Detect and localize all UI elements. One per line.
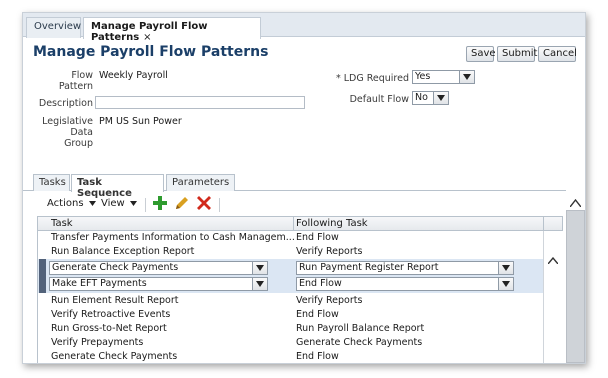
close-tab-icon[interactable]: × <box>143 32 151 43</box>
table-header: Task Following Task <box>38 217 562 231</box>
task-cell: Run Balance Exception Report <box>51 246 195 257</box>
submit-button[interactable]: Submit <box>497 46 537 62</box>
chevron-down-icon <box>498 278 513 290</box>
task-sequence-table: Task Following Task Transfer Payments In… <box>37 216 563 363</box>
table-row[interactable]: Run Gross-to-Net Report Run Payroll Bala… <box>38 322 562 336</box>
following-task-select-value: End Flow <box>299 278 342 289</box>
ldg-label-line1: Legislative <box>42 116 93 127</box>
ldg-label-line2: Data <box>70 127 93 138</box>
following-task-cell: End Flow <box>296 351 339 362</box>
ldg-required-label: * LDG Required <box>335 73 409 84</box>
default-flow-label: Default Flow <box>349 94 409 105</box>
task-cell: Run Gross-to-Net Report <box>51 323 167 334</box>
following-task-cell: Run Payroll Balance Report <box>296 323 425 334</box>
chevron-down-icon <box>129 201 137 206</box>
following-task-cell: Verify Reports <box>296 246 363 257</box>
tab-tasks[interactable]: Tasks <box>33 174 70 191</box>
task-cell: Verify Retroactive Events <box>51 309 171 320</box>
table-row[interactable]: Transfer Payments Information to Cash Ma… <box>38 231 562 245</box>
task-select-value: Generate Check Payments <box>52 262 179 273</box>
following-task-select[interactable]: End Flow <box>296 277 514 291</box>
following-task-select[interactable]: Run Payment Register Report <box>296 261 514 275</box>
chevron-down-icon <box>459 71 474 83</box>
table-row-selected[interactable]: Make EFT Payments End Flow <box>38 276 562 293</box>
chevron-down-icon <box>252 262 267 274</box>
task-cell: Generate Check Payments <box>51 351 178 362</box>
ldg-required-select[interactable]: Yes <box>412 70 475 84</box>
save-button[interactable]: Save <box>466 46 496 62</box>
column-header-following-task[interactable]: Following Task <box>296 218 368 229</box>
description-label: Description <box>38 98 93 109</box>
flow-pattern-value: Weekly Payroll <box>99 70 168 81</box>
following-task-cell: End Flow <box>296 232 339 243</box>
table-row-selected[interactable]: Generate Check Payments Run Payment Regi… <box>38 259 562 276</box>
row-selection-marker <box>39 276 46 293</box>
view-menu-label: View <box>101 198 125 209</box>
table-row[interactable]: Run Element Result Report Verify Reports <box>38 294 562 308</box>
legislative-data-group-label: Legislative Data Group <box>33 116 93 149</box>
toolbar-divider <box>145 198 146 212</box>
following-task-cell: Verify Reports <box>296 295 363 306</box>
page-title: Manage Payroll Flow Patterns <box>33 44 269 60</box>
default-flow-value: No <box>415 92 428 103</box>
following-task-select-value: Run Payment Register Report <box>299 262 439 273</box>
ldg-label-line3: Group <box>64 138 93 149</box>
section-tab-bar: Tasks Task Sequence Parameters <box>23 173 585 199</box>
task-select[interactable]: Generate Check Payments <box>49 261 268 275</box>
flow-pattern-label: Flow Pattern <box>53 70 93 92</box>
task-select-value: Make EFT Payments <box>52 278 147 289</box>
page-scrollbar-thumb[interactable] <box>566 210 585 363</box>
row-selection-marker <box>39 259 46 276</box>
table-toolbar: Actions View <box>37 195 557 215</box>
scroll-up-icon[interactable] <box>570 199 581 207</box>
add-icon[interactable] <box>153 196 167 213</box>
column-header-task[interactable]: Task <box>51 218 73 229</box>
column-divider <box>543 217 544 231</box>
ldg-required-value: Yes <box>415 71 431 82</box>
following-task-cell: Generate Check Payments <box>296 337 423 348</box>
tab-overview-label: Overview <box>34 21 82 32</box>
column-divider <box>293 217 294 231</box>
table-scrollbar[interactable] <box>543 231 563 363</box>
table-row[interactable]: Verify Retroactive Events End Flow <box>38 308 562 322</box>
task-select[interactable]: Make EFT Payments <box>49 277 268 291</box>
view-menu[interactable]: View <box>101 198 137 209</box>
chevron-down-icon <box>498 262 513 274</box>
following-task-cell: End Flow <box>296 309 339 320</box>
actions-menu-label: Actions <box>47 198 84 209</box>
task-cell: Verify Prepayments <box>51 337 144 348</box>
tab-task-sequence[interactable]: Task Sequence <box>71 174 164 199</box>
flow-pattern-label-line2: Pattern <box>58 81 93 92</box>
task-cell: Transfer Payments Information to Cash Ma… <box>51 232 295 243</box>
app-window: Overview Manage Payroll Flow Patterns × M… <box>22 12 586 364</box>
edit-pencil-icon[interactable] <box>175 196 189 213</box>
document-tab-bar: Overview Manage Payroll Flow Patterns × <box>23 13 585 43</box>
actions-menu[interactable]: Actions <box>47 198 96 209</box>
legislative-data-group-value: PM US Sun Power <box>99 116 182 127</box>
table-row[interactable]: Run Balance Exception Report Verify Repo… <box>38 245 562 259</box>
tab-parameters[interactable]: Parameters <box>166 174 235 191</box>
table-row[interactable]: Generate Check Payments End Flow <box>38 350 562 363</box>
delete-icon[interactable] <box>197 196 211 213</box>
tab-overview[interactable]: Overview <box>26 17 81 38</box>
description-field[interactable] <box>95 96 305 109</box>
table-row[interactable]: Verify Prepayments Generate Check Paymen… <box>38 336 562 350</box>
scroll-up-icon[interactable] <box>548 257 558 264</box>
chevron-down-icon <box>88 201 96 206</box>
chevron-down-icon <box>252 278 267 290</box>
cancel-button[interactable]: Cancel <box>538 46 577 62</box>
chevron-down-icon <box>433 92 448 104</box>
task-cell: Run Element Result Report <box>51 295 179 306</box>
flow-pattern-label-line1: Flow <box>71 70 93 81</box>
toolbar-divider <box>219 198 220 212</box>
default-flow-select[interactable]: No <box>412 91 449 105</box>
tab-manage-payroll-flow-patterns[interactable]: Manage Payroll Flow Patterns × <box>83 17 261 43</box>
